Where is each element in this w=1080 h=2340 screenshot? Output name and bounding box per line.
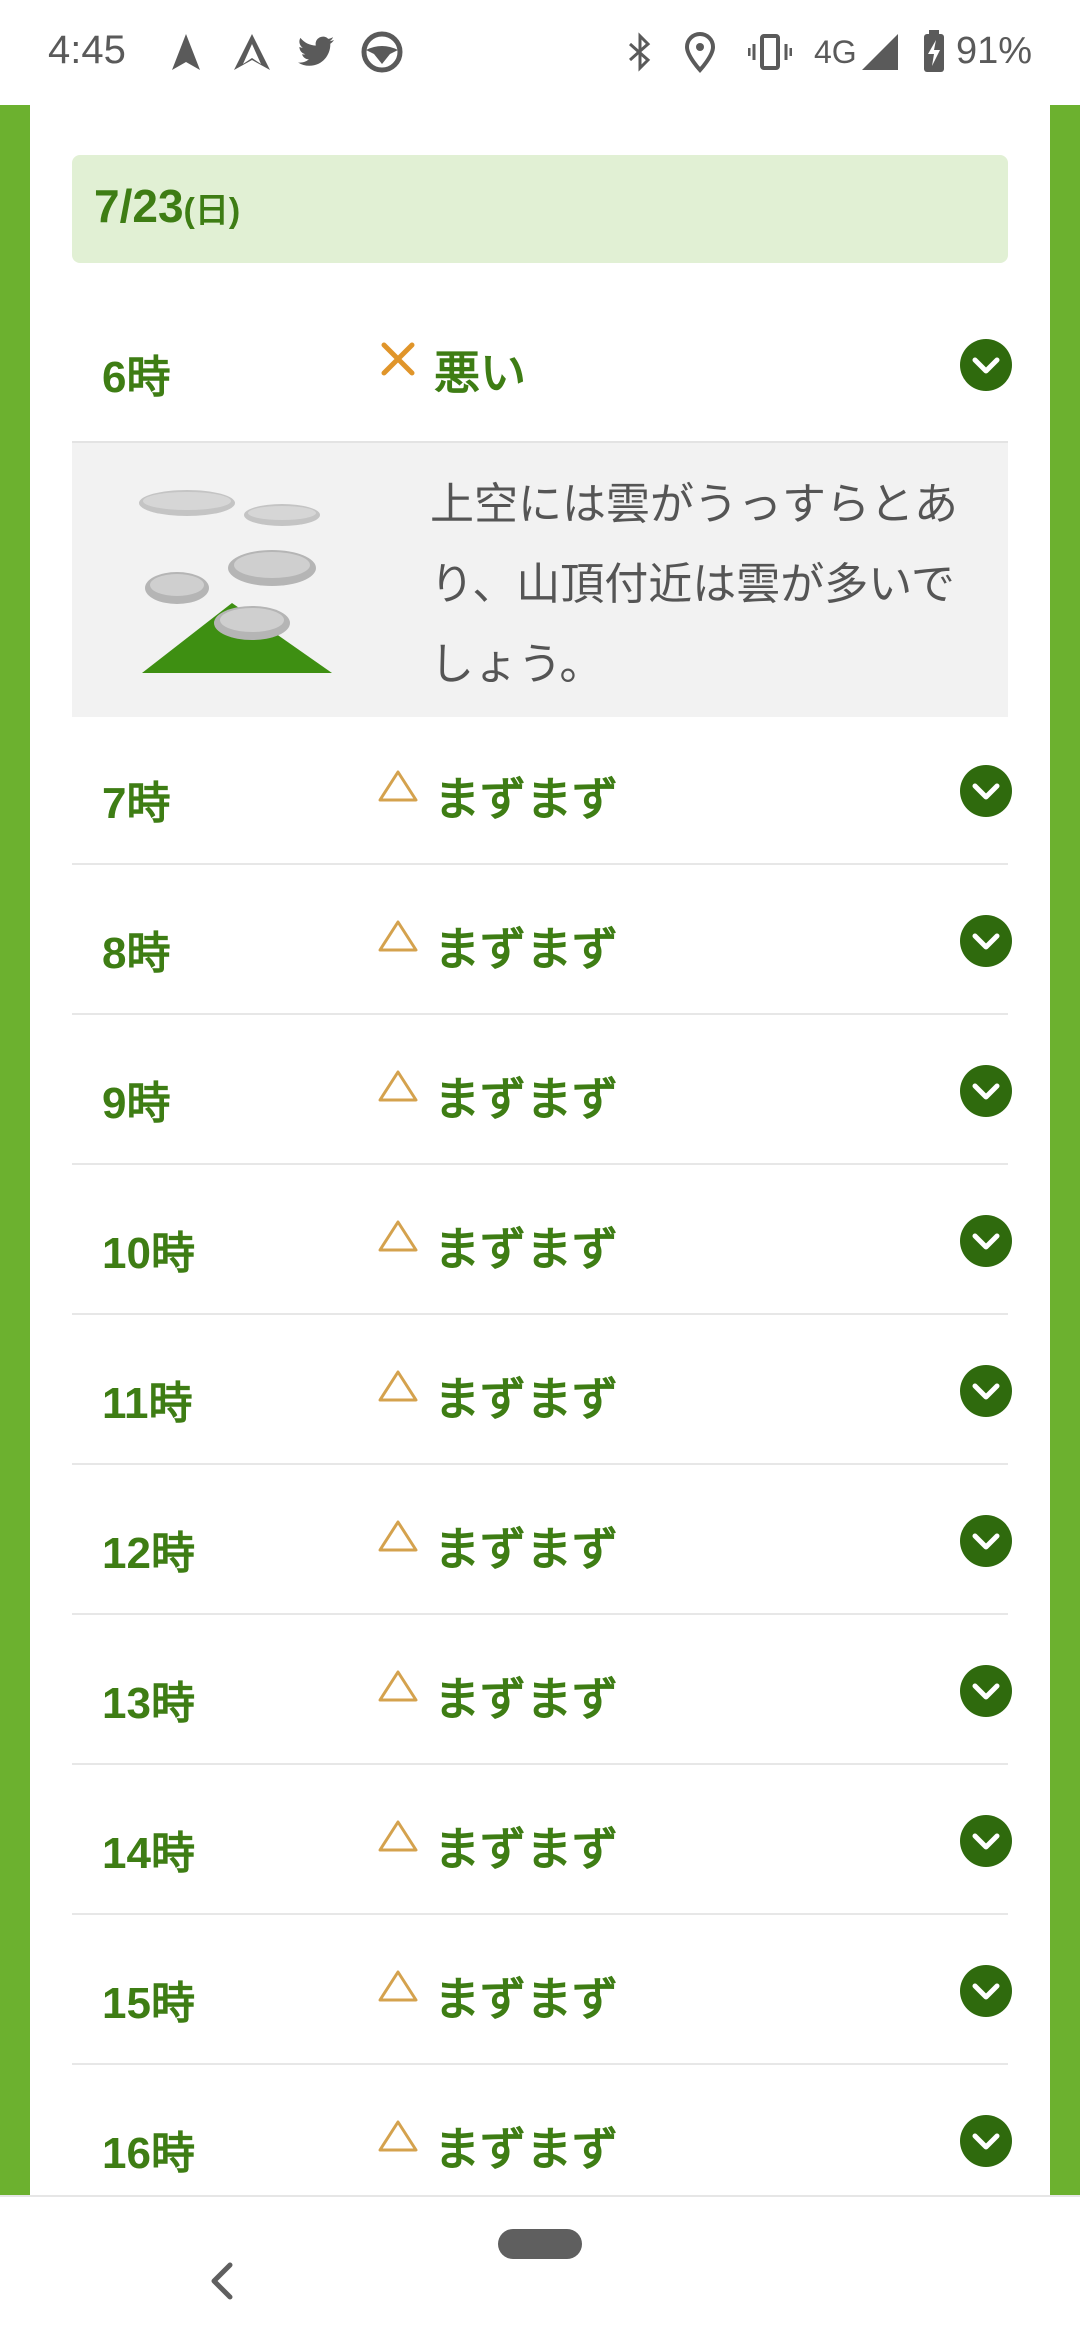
hour-label: 11時 xyxy=(102,1379,193,1428)
network-type: 4G xyxy=(814,34,857,70)
chevron-down-icon xyxy=(972,357,1000,374)
vibrate-icon xyxy=(748,34,792,70)
chevron-down-icon xyxy=(972,783,1000,800)
navigation-arrow-icon xyxy=(172,34,200,70)
condition-label: まずまず xyxy=(434,1672,618,1726)
hour-label: 8時 xyxy=(102,929,171,978)
chevron-down-icon xyxy=(972,1083,1000,1100)
hour-row-10[interactable]: 10時 まずまず xyxy=(72,1167,1012,1315)
forecast-card: 7/23(日) 6時 悪い 上空には雲がうっすらとあり、山頂付近は雲が多いでしょ… xyxy=(30,105,1050,2195)
hour-label: 12時 xyxy=(102,1529,195,1578)
expand-button[interactable] xyxy=(960,765,1012,817)
date-weekday: (日) xyxy=(183,192,241,230)
hour-label: 16時 xyxy=(102,2129,195,2178)
chevron-left-icon[interactable] xyxy=(204,2259,240,2303)
chevron-down-icon xyxy=(972,933,1000,950)
triangle-mark-icon xyxy=(378,1370,418,1402)
triangle-mark-icon xyxy=(378,1670,418,1702)
status-time: 4:45 xyxy=(48,28,126,72)
triangle-mark-icon xyxy=(378,1520,418,1552)
expand-button[interactable] xyxy=(960,1665,1012,1717)
chevron-down-icon xyxy=(972,1683,1000,1700)
condition-label: まずまず xyxy=(434,1072,618,1126)
hour-row-12[interactable]: 12時 まずまず xyxy=(72,1467,1012,1615)
hour-row-13[interactable]: 13時 まずまず xyxy=(72,1617,1012,1765)
date-label: 7/23(日) xyxy=(94,179,240,233)
chevron-down-icon xyxy=(972,1383,1000,1400)
chevron-down-icon xyxy=(972,2133,1000,2150)
hour-row-7[interactable]: 7時 まずまず xyxy=(72,717,1012,865)
expand-button[interactable] xyxy=(960,1815,1012,1867)
triangle-mark-icon xyxy=(378,1070,418,1102)
location-icon xyxy=(684,31,716,73)
hour-row-16[interactable]: 16時 まずまず xyxy=(72,2067,1012,2215)
hour-row-9[interactable]: 9時 まずまず xyxy=(72,1017,1012,1165)
expand-button[interactable] xyxy=(960,339,1012,391)
date-header: 7/23(日) xyxy=(72,155,1008,263)
cross-mark-icon xyxy=(381,342,415,376)
hour-label: 10時 xyxy=(102,1229,195,1278)
hour-label: 7時 xyxy=(102,779,171,828)
chevron-down-icon xyxy=(972,1533,1000,1550)
triangle-mark-icon xyxy=(378,2120,418,2152)
expand-button[interactable] xyxy=(960,1365,1012,1417)
hour-label: 15時 xyxy=(102,1979,195,2028)
chevron-down-icon xyxy=(972,1233,1000,1250)
condition-label: まずまず xyxy=(434,1822,618,1876)
double-arrow-icon xyxy=(234,34,270,70)
condition-label: まずまず xyxy=(434,922,618,976)
hour-row-11[interactable]: 11時 まずまず xyxy=(72,1317,1012,1465)
content-frame: 7/23(日) 6時 悪い 上空には雲がうっすらとあり、山頂付近は雲が多いでしょ… xyxy=(0,105,1080,2195)
navigation-bar xyxy=(0,2195,1080,2340)
mountain-cloud-icon xyxy=(139,490,332,673)
condition-label: まずまず xyxy=(434,1972,618,2026)
expand-button[interactable] xyxy=(960,2115,1012,2167)
hour-label: 13時 xyxy=(102,1679,195,1728)
condition-label: まずまず xyxy=(434,772,618,826)
condition-label: まずまず xyxy=(434,1522,618,1576)
expand-button[interactable] xyxy=(960,1515,1012,1567)
hour-label: 14時 xyxy=(102,1829,195,1878)
chevron-down-icon xyxy=(972,1833,1000,1850)
hour-row-8[interactable]: 8時 まずまず xyxy=(72,867,1012,1015)
condition-label: まずまず xyxy=(434,2122,618,2176)
hour-row-14[interactable]: 14時 まずまず xyxy=(72,1767,1012,1915)
expand-button[interactable] xyxy=(960,1965,1012,2017)
triangle-mark-icon xyxy=(378,1220,418,1252)
battery-charging-icon xyxy=(924,30,944,72)
status-bar: 4:45 4G 91% xyxy=(0,0,1080,105)
triangle-mark-icon xyxy=(378,1970,418,2002)
condition-label: まずまず xyxy=(434,1372,618,1426)
hour-row-15[interactable]: 15時 まずまず xyxy=(72,1917,1012,2065)
hour-label: 6時 xyxy=(102,353,171,402)
chevron-down-icon xyxy=(972,1983,1000,2000)
triangle-mark-icon xyxy=(378,920,418,952)
condition-label: まずまず xyxy=(434,1222,618,1276)
date-text: 7/23 xyxy=(94,180,184,232)
hour-label: 9時 xyxy=(102,1079,171,1128)
expand-button[interactable] xyxy=(960,915,1012,967)
steering-wheel-icon xyxy=(361,31,403,73)
bluetooth-icon xyxy=(629,32,651,72)
detail-description: 上空には雲がうっすらとあり、山頂付近は雲が多いでしょう。 xyxy=(430,479,958,690)
triangle-mark-icon xyxy=(378,1820,418,1852)
signal-icon xyxy=(862,34,898,70)
triangle-mark-icon xyxy=(378,770,418,802)
expand-button[interactable] xyxy=(960,1215,1012,1267)
home-pill-icon[interactable] xyxy=(498,2229,582,2259)
detail-panel: 上空には雲がうっすらとあり、山頂付近は雲が多いでしょう。 xyxy=(72,441,1008,717)
hour-row-6[interactable]: 6時 悪い xyxy=(72,291,1012,439)
expand-button[interactable] xyxy=(960,1065,1012,1117)
battery-percent: 91% xyxy=(956,30,1033,72)
condition-label: 悪い xyxy=(434,346,526,400)
twitter-icon xyxy=(298,36,334,66)
